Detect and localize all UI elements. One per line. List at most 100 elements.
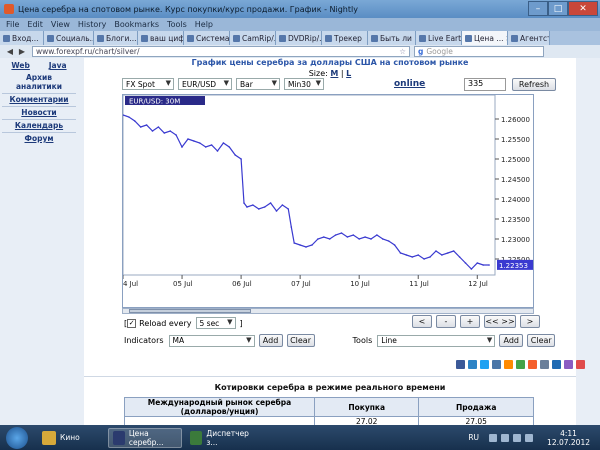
- menu-tools[interactable]: Tools: [167, 20, 187, 29]
- indicator-add-button[interactable]: Add: [258, 334, 283, 347]
- nav-forum-link[interactable]: Форум: [2, 134, 76, 143]
- menu-help[interactable]: Help: [195, 20, 213, 29]
- tab-4[interactable]: Система...: [184, 31, 230, 45]
- search-input[interactable]: g Google: [414, 46, 544, 57]
- share-icon-1[interactable]: [468, 360, 477, 369]
- tool-value: Line: [381, 336, 397, 345]
- tab-2[interactable]: Блоги...: [94, 31, 138, 45]
- reload-label: Reload every: [139, 318, 192, 328]
- share-icon-5[interactable]: [516, 360, 525, 369]
- scroll-left-button[interactable]: <: [412, 315, 432, 328]
- tab-label: Агентств...: [520, 33, 549, 43]
- tab-0[interactable]: Вход...: [0, 31, 44, 45]
- price-point: [169, 130, 171, 132]
- nav-news-link[interactable]: Новости: [2, 108, 76, 117]
- chart-type-select[interactable]: Bar ▼: [236, 78, 280, 90]
- share-icon-9[interactable]: [564, 360, 573, 369]
- share-icon-8[interactable]: [552, 360, 561, 369]
- reload-checkbox[interactable]: ✓: [127, 318, 137, 328]
- chart-controls: FX Spot ▼ EUR/USD ▼ Bar ▼ Min30 ▼: [122, 78, 328, 90]
- chart-scroll-thumb[interactable]: [129, 309, 251, 313]
- source-select[interactable]: FX Spot ▼: [122, 78, 174, 90]
- table-row: 27.02 27.05: [124, 416, 534, 425]
- back-arrow-icon[interactable]: ◀: [4, 46, 16, 57]
- size-m-link[interactable]: M: [330, 69, 338, 78]
- tab-3[interactable]: ваш циф...: [138, 31, 184, 45]
- minimize-button[interactable]: –: [528, 1, 548, 16]
- expand-button[interactable]: << >>: [484, 315, 516, 328]
- source-value: FX Spot: [126, 79, 155, 89]
- share-icon-10[interactable]: [576, 360, 585, 369]
- price-point: [323, 236, 325, 238]
- menu-history[interactable]: History: [78, 20, 106, 29]
- share-icon-4[interactable]: [504, 360, 513, 369]
- price-point: [157, 126, 160, 128]
- price-point: [228, 146, 231, 148]
- pair-value: EUR/USD: [182, 79, 216, 89]
- indicator-select[interactable]: MA ▼: [168, 334, 255, 347]
- nav-comments-link[interactable]: Комментарии: [2, 95, 76, 104]
- share-icon-7[interactable]: [540, 360, 549, 369]
- menu-file[interactable]: File: [6, 20, 19, 29]
- reload-row: [ ✓ Reload every 5 sec ▼ ]: [124, 317, 243, 329]
- size-l-link[interactable]: L: [346, 69, 351, 78]
- language-indicator[interactable]: RU: [468, 433, 479, 442]
- scroll-right-button[interactable]: >: [520, 315, 540, 328]
- tray-arrow-icon[interactable]: [489, 433, 498, 442]
- url-text: www.forexpf.ru/chart/silver/: [36, 47, 140, 56]
- chart-scrollbar[interactable]: [122, 308, 534, 314]
- nav-calendar-link[interactable]: Календарь: [2, 121, 76, 130]
- share-icon-6[interactable]: [528, 360, 537, 369]
- quotes-title: Котировки серебра в режиме реального вре…: [214, 383, 446, 392]
- share-icon-0[interactable]: [456, 360, 465, 369]
- bars-count-input[interactable]: 335: [464, 78, 506, 91]
- zoom-out-button[interactable]: -: [436, 315, 456, 328]
- bookmark-star-icon[interactable]: ☆: [399, 47, 406, 56]
- tab-8[interactable]: Быть ли ...: [368, 31, 416, 45]
- start-button[interactable]: [6, 426, 28, 449]
- y-tick-label: 1.24000: [501, 196, 530, 204]
- indicator-clear-button[interactable]: Clear: [286, 334, 315, 347]
- clock[interactable]: 4:11 12.07.2012: [547, 429, 590, 447]
- tab-11[interactable]: Агентств...: [508, 31, 550, 45]
- menu-view[interactable]: View: [51, 20, 70, 29]
- tab-5[interactable]: CamRip/...: [230, 31, 276, 45]
- y-tick-label: 1.24500: [501, 176, 530, 184]
- tab-10-active[interactable]: Цена ...✕: [462, 31, 508, 45]
- tab-favicon: [419, 34, 426, 42]
- price-point: [252, 204, 254, 206]
- zoom-in-button[interactable]: +: [460, 315, 480, 328]
- network-icon[interactable]: [513, 433, 522, 442]
- tab-1[interactable]: Социаль...: [44, 31, 94, 45]
- price-chart[interactable]: EUR/USD: 30M 1.26000 1.25500 1.25000 1.24500…: [122, 94, 534, 308]
- tool-add-button[interactable]: Add: [499, 334, 524, 347]
- price-point: [417, 254, 420, 256]
- interval-select[interactable]: Min30 ▼: [284, 78, 324, 90]
- reload-interval-select[interactable]: 5 sec ▼: [195, 317, 236, 329]
- close-button[interactable]: ✕: [568, 1, 598, 16]
- tool-select[interactable]: Line ▼: [377, 334, 496, 347]
- nav-java-link[interactable]: Java: [49, 61, 67, 70]
- price-point: [441, 254, 443, 256]
- tab-7[interactable]: Трекер: [322, 31, 368, 45]
- tab-6[interactable]: DVDRip/...: [276, 31, 322, 45]
- flag-icon[interactable]: [501, 433, 510, 442]
- menu-edit[interactable]: Edit: [27, 20, 43, 29]
- share-icon-3[interactable]: [492, 360, 501, 369]
- price-point: [181, 146, 183, 148]
- menu-bookmarks[interactable]: Bookmarks: [114, 20, 159, 29]
- nav-web-link[interactable]: Web: [11, 61, 29, 70]
- tab-9[interactable]: Live Eart...: [416, 31, 462, 45]
- taskbar-task-0[interactable]: Кино: [38, 428, 104, 448]
- taskbar-task-1[interactable]: Цена серебр...: [108, 427, 182, 448]
- maximize-button[interactable]: □: [548, 1, 568, 16]
- online-link[interactable]: online: [394, 79, 425, 89]
- tool-clear-button[interactable]: Clear: [527, 334, 556, 347]
- pair-select[interactable]: EUR/USD ▼: [178, 78, 232, 90]
- forward-arrow-icon[interactable]: ▶: [16, 46, 28, 57]
- url-field[interactable]: www.forexpf.ru/chart/silver/ ☆: [32, 46, 410, 57]
- refresh-button[interactable]: Refresh: [512, 78, 556, 91]
- share-icon-2[interactable]: [480, 360, 489, 369]
- taskbar-task-2[interactable]: Диспетчер з...: [186, 428, 260, 448]
- volume-icon[interactable]: [525, 433, 534, 442]
